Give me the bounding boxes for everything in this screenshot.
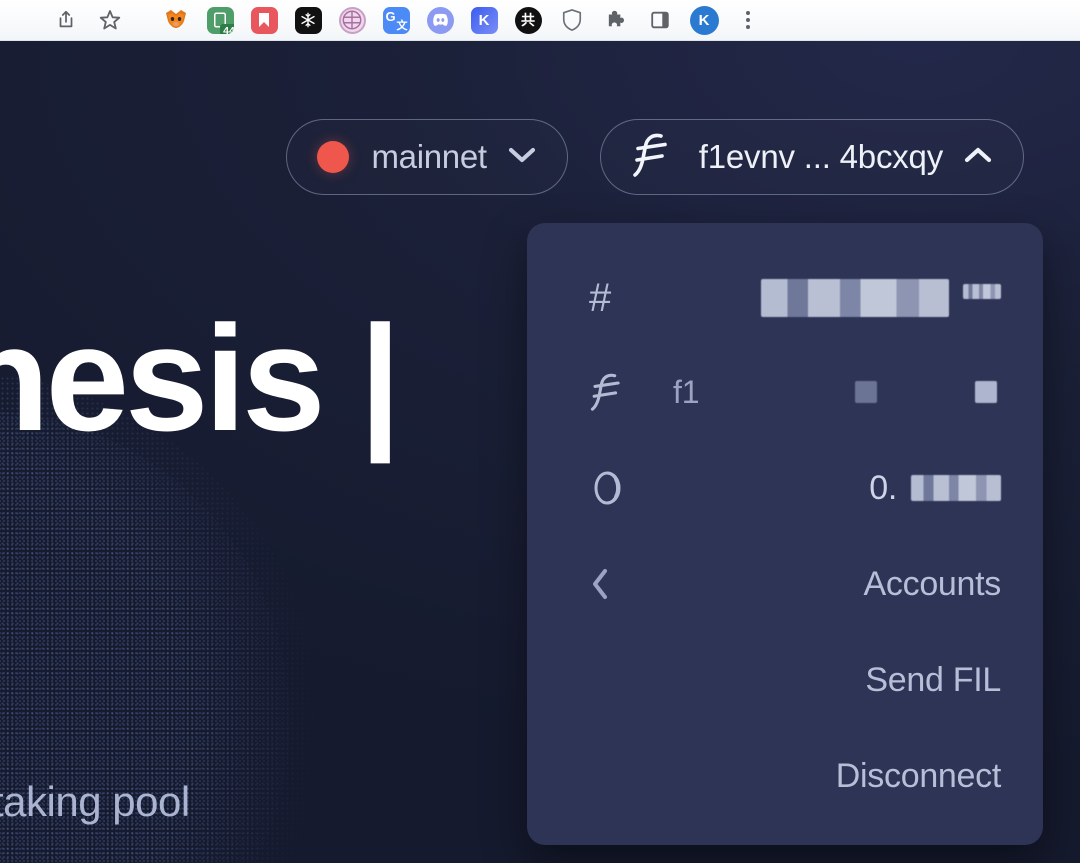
puzzle-extensions-icon[interactable] <box>594 0 638 41</box>
shield-icon[interactable] <box>550 0 594 41</box>
extension-discord-icon[interactable] <box>418 0 462 41</box>
network-status-dot <box>317 141 350 173</box>
extension-metamask-icon[interactable] <box>154 0 198 41</box>
menu-item-accounts[interactable]: Accounts <box>527 555 1043 613</box>
menu-item-disconnect[interactable]: Disconnect <box>527 747 1043 805</box>
profile-avatar-label: K <box>698 11 710 29</box>
extension-kanji-label: 共 <box>521 12 535 28</box>
panel-row-balance[interactable]: 0. <box>527 459 1043 517</box>
hash-icon: # <box>589 276 612 320</box>
extension-notes-icon[interactable]: 44 <box>198 0 242 41</box>
network-label: mainnet <box>371 138 487 175</box>
menu-item-send-fil[interactable]: Send FIL <box>527 651 1043 709</box>
redacted-block <box>761 279 949 317</box>
extension-pink-circle-icon[interactable] <box>330 0 374 41</box>
page-subtitle: taking pool <box>0 778 190 825</box>
share-icon[interactable] <box>44 0 88 41</box>
menu-item-disconnect-label: Disconnect <box>835 756 1002 795</box>
filecoin-logo-icon <box>631 131 673 184</box>
browser-toolbar: 44 G 文 K 共 K <box>0 0 1080 41</box>
balance-amount-label: 0. <box>869 468 897 507</box>
extension-keplr-icon[interactable]: K <box>462 0 506 41</box>
account-dropdown-panel: # f1 0. Accounts Send FIL Disconnect <box>527 223 1043 845</box>
panel-row-account-id[interactable]: # <box>527 269 1043 327</box>
network-selector-pill[interactable]: mainnet <box>286 119 568 195</box>
redacted-square <box>855 381 877 403</box>
chrome-menu-kebab-icon[interactable] <box>726 0 770 41</box>
web-page-content: nesis | taking pool mainnet f1evnv ... 4… <box>0 41 1080 863</box>
account-address-pill[interactable]: f1evnv ... 4bcxqy <box>599 119 1024 195</box>
profile-avatar-icon[interactable]: K <box>682 0 726 41</box>
toolbar-left-spacer <box>0 20 44 21</box>
address-redacted-value <box>699 381 1001 403</box>
chevron-up-icon <box>963 146 993 169</box>
screen-root: nesis | taking pool mainnet f1evnv ... 4… <box>0 0 1080 863</box>
balance-value: 0. <box>635 469 1001 508</box>
redacted-block-tail <box>963 283 1001 299</box>
extension-keplr-label: K <box>478 11 490 29</box>
coin-icon <box>589 466 635 510</box>
sidepanel-icon[interactable] <box>638 0 682 41</box>
chevron-left-icon[interactable] <box>589 567 635 601</box>
account-id-value <box>635 279 1001 317</box>
extension-badge-count: 44 <box>219 23 234 34</box>
panel-row-address[interactable]: f1 <box>527 363 1043 421</box>
header-actions: mainnet f1evnv ... 4bcxqy <box>286 119 1024 195</box>
bookmark-star-icon[interactable] <box>88 0 132 41</box>
redacted-square-light <box>975 381 997 403</box>
filecoin-logo-icon <box>589 371 635 413</box>
extension-black-snowflake-icon[interactable] <box>286 0 330 41</box>
redacted-balance-block <box>911 475 1001 501</box>
account-address-label: f1evnv ... 4bcxqy <box>698 138 943 175</box>
page-title: nesis | <box>0 294 401 462</box>
extension-black-kanji-icon[interactable]: 共 <box>506 0 550 41</box>
menu-item-accounts-label: Accounts <box>863 564 1002 603</box>
menu-item-send-fil-label: Send FIL <box>865 660 1001 699</box>
chevron-down-icon <box>507 146 537 169</box>
extension-google-translate-icon[interactable]: G 文 <box>374 0 418 41</box>
extension-red-icon[interactable] <box>242 0 286 41</box>
address-prefix-label: f1 <box>673 373 700 410</box>
